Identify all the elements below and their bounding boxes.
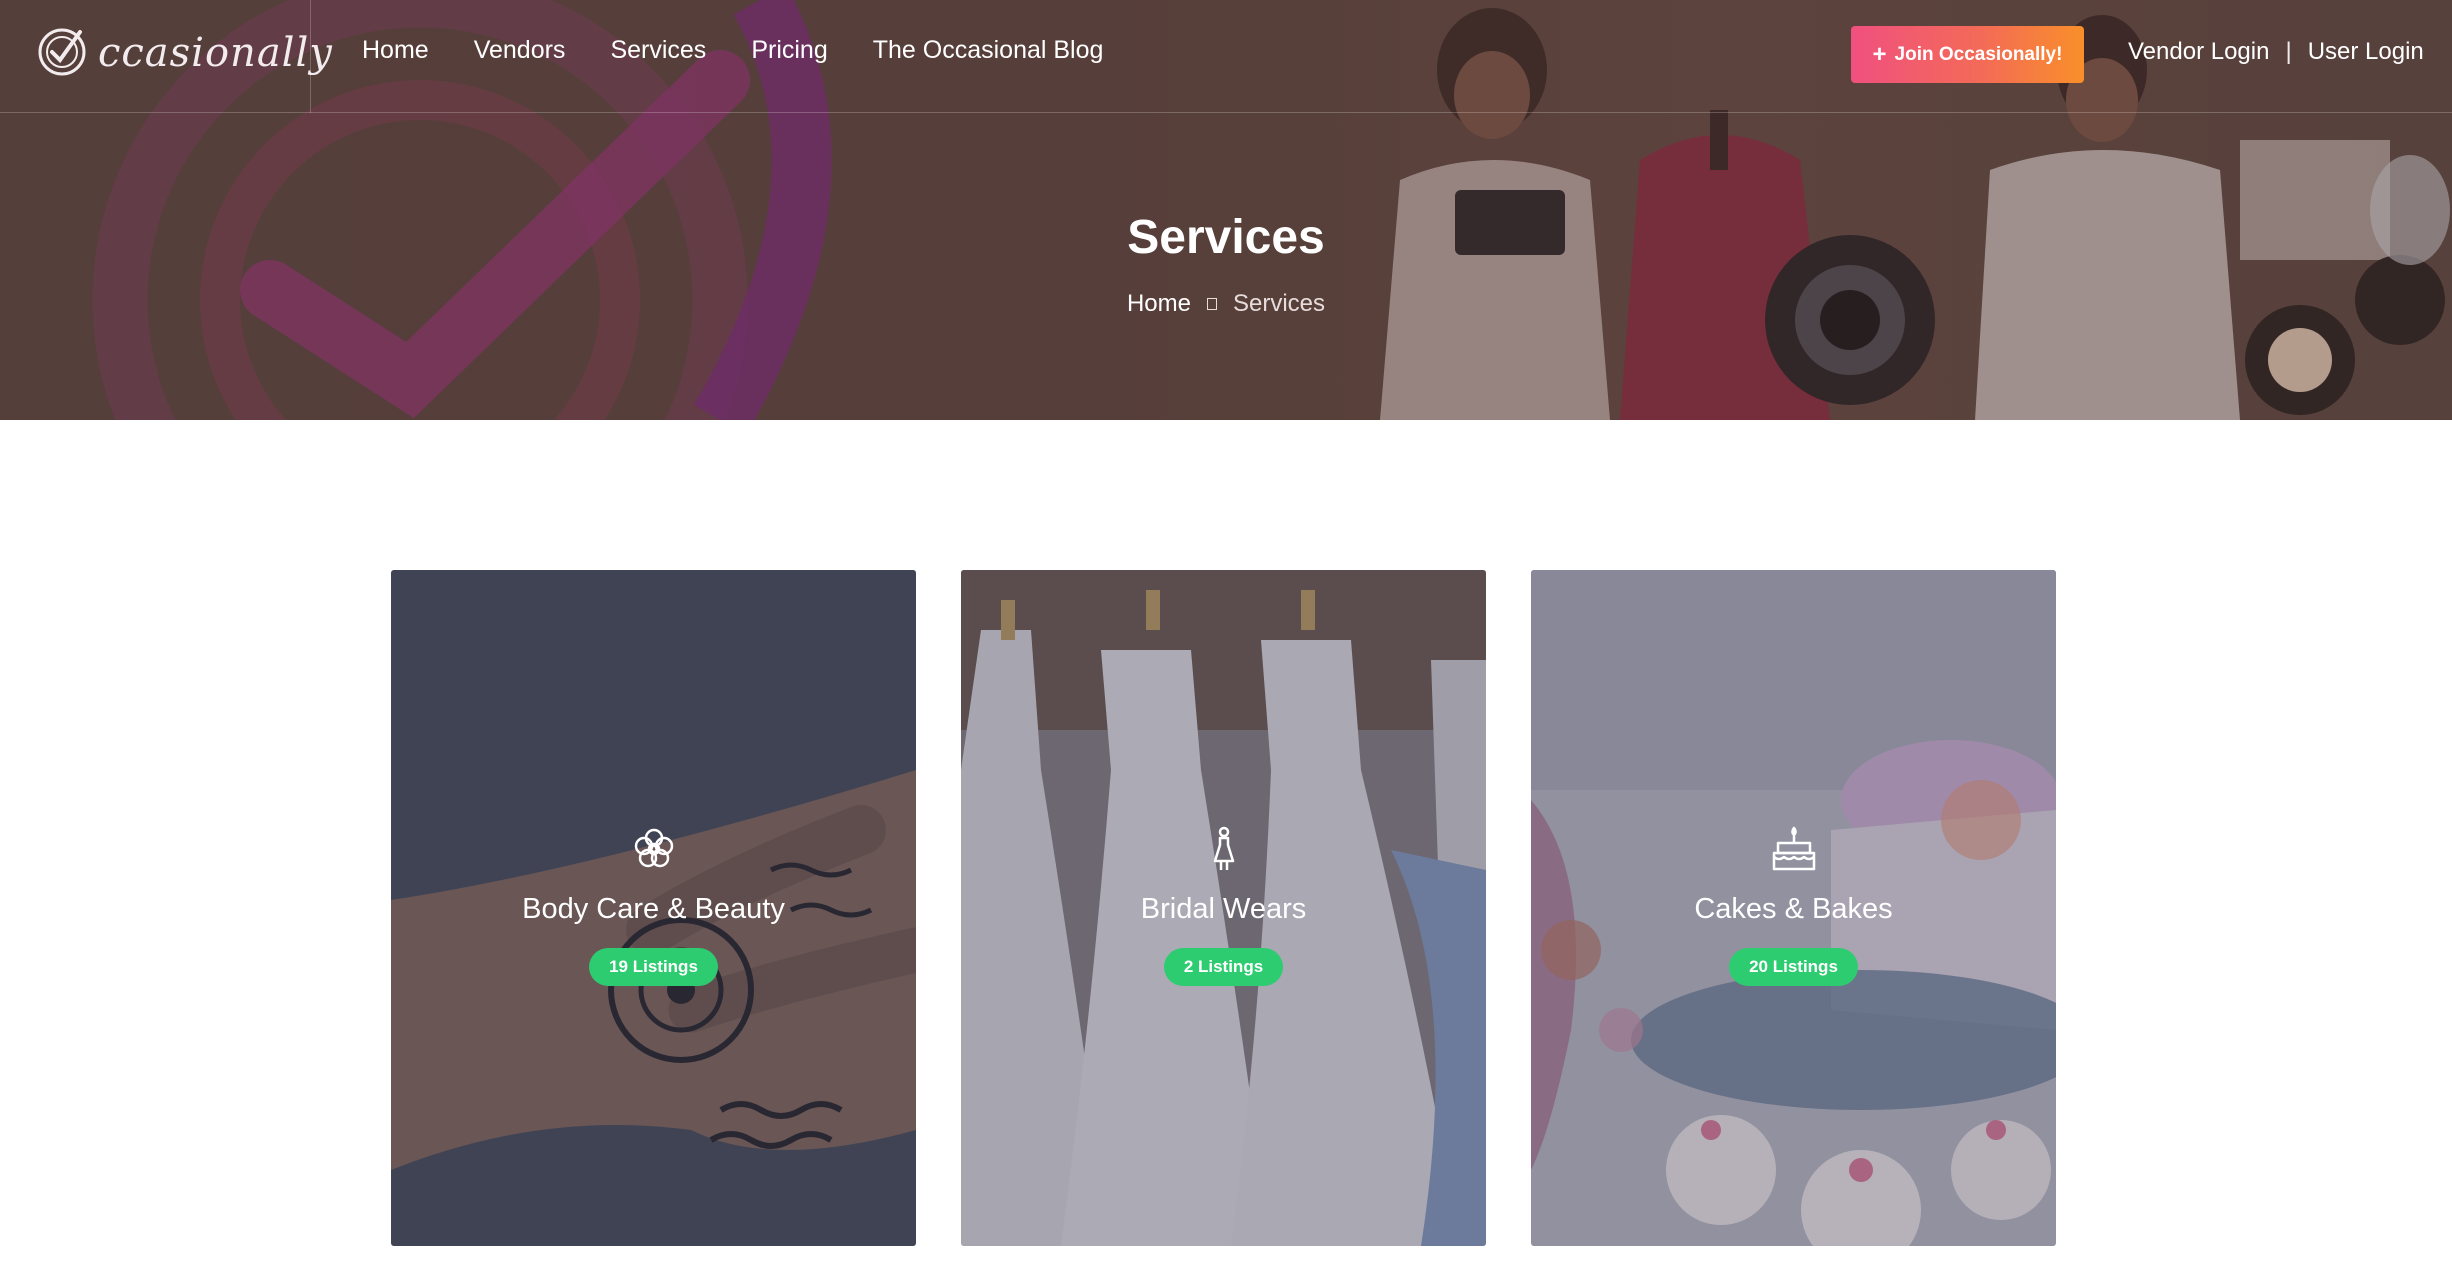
login-links: Vendor Login | User Login — [2128, 38, 2424, 66]
nav-item-pricing[interactable]: Pricing — [751, 36, 827, 65]
main-nav: Home Vendors Services Pricing The Occasi… — [362, 36, 1148, 65]
nav-item-services[interactable]: Services — [610, 36, 706, 65]
plus-icon: + — [1872, 40, 1887, 68]
site-logo[interactable]: ccasionally — [36, 18, 332, 88]
site-header: ccasionally Home Vendors Services Pricin… — [0, 0, 2452, 113]
service-cards: Body Care & Beauty 19 Listings Bridal We… — [391, 570, 2057, 1246]
bride-icon — [1213, 826, 1234, 870]
flower-icon — [634, 828, 673, 868]
nav-item-blog[interactable]: The Occasional Blog — [873, 36, 1104, 65]
logo-wordmark: ccasionally — [98, 30, 333, 76]
join-button-label: Join Occasionally! — [1894, 43, 2063, 65]
service-card-bridal-wears[interactable]: Bridal Wears 2 Listings — [961, 570, 1486, 1246]
header-divider — [310, 0, 311, 113]
listings-badge: 20 Listings — [1729, 948, 1858, 986]
listings-badge: 19 Listings — [589, 948, 718, 986]
card-content: Bridal Wears 2 Listings — [961, 825, 1486, 986]
hero-banner: ccasionally Home Vendors Services Pricin… — [0, 0, 2452, 420]
vendor-login-link[interactable]: Vendor Login — [2128, 38, 2269, 66]
user-login-link[interactable]: User Login — [2308, 38, 2424, 66]
breadcrumb-home[interactable]: Home — [1127, 290, 1191, 318]
service-card-cakes-bakes[interactable]: Cakes & Bakes 20 Listings — [1531, 570, 2056, 1246]
logo-check-icon — [38, 28, 86, 76]
card-title: Cakes & Bakes — [1694, 893, 1893, 925]
page-title: Services — [1127, 211, 1325, 264]
card-content: Body Care & Beauty 19 Listings — [391, 825, 916, 986]
cake-icon — [1772, 826, 1815, 871]
nav-item-vendors[interactable]: Vendors — [474, 36, 566, 65]
listings-badge: 2 Listings — [1163, 948, 1284, 986]
nav-item-home[interactable]: Home — [362, 36, 429, 65]
card-title: Body Care & Beauty — [522, 893, 785, 925]
login-separator: | — [2285, 38, 2292, 65]
breadcrumb-current: Services — [1233, 290, 1326, 317]
card-content: Cakes & Bakes 20 Listings — [1531, 825, 2056, 986]
breadcrumb: Home Services — [0, 290, 2452, 318]
service-card-body-care[interactable]: Body Care & Beauty 19 Listings — [391, 570, 916, 1246]
breadcrumb-separator-icon — [1207, 298, 1217, 310]
join-button[interactable]: + Join Occasionally! — [1851, 26, 2084, 83]
card-title: Bridal Wears — [1140, 893, 1307, 925]
